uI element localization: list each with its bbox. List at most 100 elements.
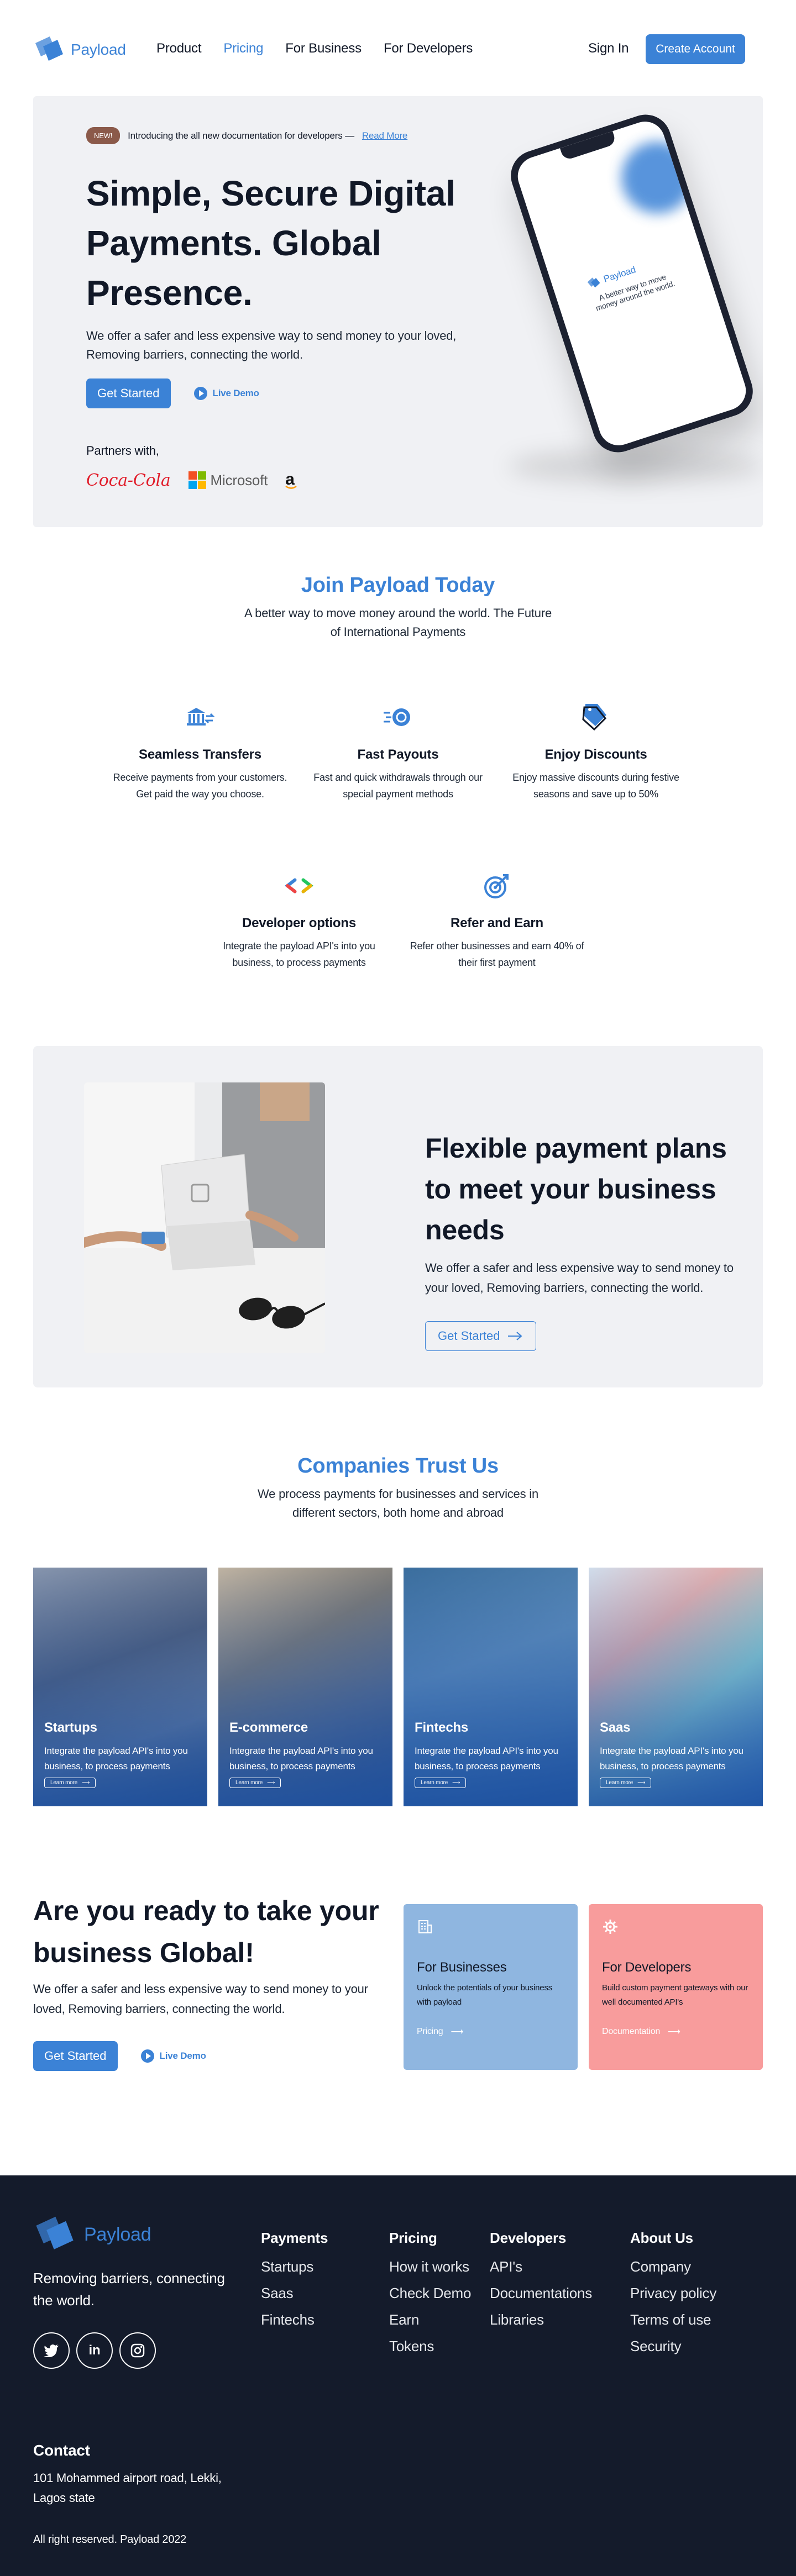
bank-transfer-icon <box>184 702 217 733</box>
learn-more-button[interactable]: Learn more ⟶ <box>600 1778 652 1788</box>
learn-more-button[interactable]: Learn more ⟶ <box>415 1778 467 1788</box>
feature-developer-options: Developer options Integrate the payload … <box>211 870 387 971</box>
nav-link-for-developers[interactable]: For Developers <box>384 41 473 56</box>
sector-cards: Startups Integrate the payload API's int… <box>33 1568 763 1806</box>
global-title: Are you ready to take your business Glob… <box>33 1895 379 1968</box>
site-footer: Payload Removing barriers, connecting th… <box>0 2175 796 2576</box>
feature-fast-payouts: Fast Payouts Fast and quick withdrawals … <box>310 702 486 802</box>
create-account-button[interactable]: Create Account <box>646 34 745 64</box>
footer-col-title: Pricing <box>389 2230 437 2246</box>
for-businesses-card[interactable]: For Businesses Unlock the potentials of … <box>404 1904 578 2070</box>
plans-get-started-button[interactable]: Get Started <box>425 1321 536 1351</box>
join-title: Join Payload Today <box>301 574 495 597</box>
brand-logo[interactable]: Payload <box>33 35 126 64</box>
nav-link-pricing[interactable]: Pricing <box>223 41 263 56</box>
sector-card-fintechs[interactable]: Fintechs Integrate the payload API's int… <box>404 1568 578 1806</box>
footer-link[interactable]: Company <box>630 2253 716 2280</box>
card-desc: Integrate the payload API's into you bus… <box>229 1746 373 1771</box>
learn-more-button[interactable]: Learn more ⟶ <box>44 1778 96 1788</box>
global-live-demo-link[interactable]: Live Demo <box>140 2049 206 2063</box>
hero-content: NEW! Introducing the all new documentati… <box>86 127 484 490</box>
feature-enjoy-discounts: Enjoy Discounts Enjoy massive discounts … <box>507 702 684 802</box>
footer-col-pricing: Pricing How it works Check Demo Earn Tok… <box>389 2230 471 2359</box>
partner-logos: Coca-Cola Microsoft a <box>86 470 484 490</box>
payment-terminal-photo <box>84 1082 325 1353</box>
twitter-icon[interactable] <box>33 2332 70 2369</box>
nav-link-product[interactable]: Product <box>156 41 202 56</box>
live-demo-label: Live Demo <box>212 388 259 398</box>
footer-col-title: Developers <box>490 2230 567 2246</box>
new-badge: NEW! <box>86 127 121 144</box>
feature-desc: Enjoy massive discounts during festive s… <box>512 772 679 800</box>
footer-link[interactable]: Earn <box>389 2306 471 2333</box>
documentation-link[interactable]: Documentation ⟶ <box>602 2026 750 2037</box>
footer-col-about-us: About Us Company Privacy policy Terms of… <box>630 2230 716 2359</box>
sector-card-ecommerce[interactable]: E-commerce Integrate the payload API's i… <box>218 1568 392 1806</box>
partners-label: Partners with, <box>86 444 159 458</box>
global-subtitle: We offer a safer and less expensive way … <box>33 1982 368 2016</box>
announcement-text: Introducing the all new documentation fo… <box>128 130 354 141</box>
feature-desc: Receive payments from your customers. Ge… <box>113 772 287 800</box>
footer-link[interactable]: Privacy policy <box>630 2280 716 2306</box>
sector-card-saas[interactable]: Saas Integrate the payload API's into yo… <box>589 1568 763 1806</box>
card-desc: Unlock the potentials of your business w… <box>417 1983 553 2007</box>
feature-refer-and-earn: Refer and Earn Refer other businesses an… <box>409 870 585 971</box>
target-refer-icon <box>480 870 514 901</box>
footer-brand-name: Payload <box>84 2223 151 2245</box>
hero-section: NEW! Introducing the all new documentati… <box>33 96 763 527</box>
feature-title: Fast Payouts <box>357 747 439 762</box>
live-demo-link[interactable]: Live Demo <box>193 387 259 400</box>
brand-name: Payload <box>71 41 126 58</box>
feature-title: Enjoy Discounts <box>544 747 647 762</box>
footer-link[interactable]: Documentations <box>490 2280 592 2306</box>
footer-link[interactable]: API's <box>490 2253 592 2280</box>
footer-link[interactable]: Startups <box>261 2253 328 2280</box>
fast-payout-icon <box>381 702 415 733</box>
footer-link[interactable]: Terms of use <box>630 2306 716 2333</box>
card-title: Fintechs <box>415 1720 469 1735</box>
footer-link[interactable]: Saas <box>261 2280 328 2306</box>
pricing-link[interactable]: Pricing ⟶ <box>417 2026 564 2037</box>
instagram-icon[interactable] <box>119 2332 156 2369</box>
learn-more-button[interactable]: Learn more ⟶ <box>229 1778 281 1788</box>
trust-subtitle: We process payments for businesses and s… <box>257 1487 539 1520</box>
card-title: Saas <box>600 1720 631 1735</box>
join-subtitle: A better way to move money around the wo… <box>244 606 552 639</box>
join-header: Join Payload Today A better way to move … <box>0 574 796 642</box>
card-title: For Businesses <box>417 1960 507 1975</box>
nav-link-for-business[interactable]: For Business <box>285 41 362 56</box>
get-started-button[interactable]: Get Started <box>86 378 171 408</box>
footer-logo[interactable]: Payload <box>33 2215 151 2254</box>
footer-link[interactable]: How it works <box>389 2253 471 2280</box>
read-more-link[interactable]: Read More <box>362 130 407 141</box>
sign-in-link[interactable]: Sign In <box>588 41 629 56</box>
microsoft-logo: Microsoft <box>188 471 268 489</box>
footer-link[interactable]: Libraries <box>490 2306 592 2333</box>
social-links: in <box>33 2332 156 2369</box>
footer-link[interactable]: Tokens <box>389 2333 471 2359</box>
play-icon <box>193 387 207 400</box>
card-title: For Developers <box>602 1960 692 1975</box>
payment-plans-section: Flexible payment plans to meet your busi… <box>33 1046 763 1387</box>
hero-title-line-1: Simple, Secure Digital <box>86 174 455 213</box>
footer-link[interactable]: Fintechs <box>261 2306 328 2333</box>
feature-title: Seamless Transfers <box>139 747 261 762</box>
global-get-started-button[interactable]: Get Started <box>33 2041 118 2071</box>
linkedin-icon[interactable]: in <box>76 2332 113 2369</box>
code-brackets-icon <box>282 870 316 901</box>
feature-desc: Fast and quick withdrawals through our s… <box>313 772 483 800</box>
footer-col-payments: Payments Startups Saas Fintechs <box>261 2230 328 2333</box>
microsoft-wordmark: Microsoft <box>210 471 268 488</box>
feature-desc: Integrate the payload API's into you bus… <box>223 940 375 968</box>
feature-title: Developer options <box>242 916 356 930</box>
for-developers-card[interactable]: For Developers Build custom payment gate… <box>589 1904 763 2070</box>
plans-subtitle: We offer a safer and less expensive way … <box>425 1261 734 1295</box>
payload-logo-icon <box>36 2216 74 2249</box>
footer-link[interactable]: Security <box>630 2333 716 2359</box>
footer-link[interactable]: Check Demo <box>389 2280 471 2306</box>
contact-title: Contact <box>33 2442 90 2459</box>
global-actions: Get Started Live Demo <box>33 2041 387 2071</box>
footer-col-title: About Us <box>630 2230 693 2246</box>
discount-tag-icon <box>579 702 612 733</box>
sector-card-startups[interactable]: Startups Integrate the payload API's int… <box>33 1568 207 1806</box>
